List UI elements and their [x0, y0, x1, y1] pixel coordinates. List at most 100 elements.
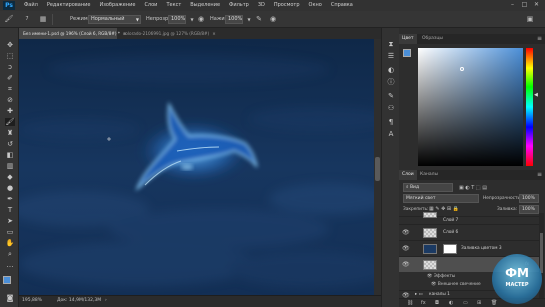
menu-edit[interactable]: Редактирование [47, 0, 91, 11]
panel-menu-icon[interactable]: ≡ [537, 171, 542, 178]
brush-panel-icon[interactable]: ▦ [38, 15, 48, 24]
eye-icon[interactable]: 👁 [431, 282, 438, 287]
more-tools-icon[interactable]: … [5, 261, 15, 269]
minimize-icon[interactable]: – [508, 1, 517, 9]
shape-tool-icon[interactable]: ▭ [5, 228, 15, 236]
group-name[interactable]: каналы 1 [429, 292, 450, 297]
history-brush-tool-icon[interactable]: ↺ [5, 140, 15, 148]
pressure-opacity-icon[interactable]: ◉ [196, 15, 206, 24]
gradient-tool-icon[interactable]: ▥ [5, 162, 15, 170]
brush-settings-icon[interactable]: ✎ [386, 92, 396, 100]
hue-slider-arrow[interactable]: ◀ [534, 92, 538, 98]
scroll-thumb[interactable] [375, 157, 380, 181]
eye-icon[interactable]: 👁 [427, 274, 434, 279]
filter-icons[interactable]: ▣ ◐ T ⬚ ▤ [459, 185, 487, 191]
clone-source-icon[interactable]: ⚇ [386, 104, 396, 112]
tab-swatches[interactable]: Образцы [419, 34, 446, 44]
workspace-icon[interactable]: ▣ [525, 15, 535, 24]
foreground-color-chip[interactable] [403, 49, 411, 57]
layer-row[interactable]: 👁 Слой 6 [399, 224, 539, 240]
maximize-icon[interactable]: □ [520, 1, 529, 9]
delete-layer-icon[interactable]: 🗑 [491, 300, 497, 306]
hue-slider[interactable] [526, 48, 533, 166]
tab-active-document[interactable]: Без имени-1.psd @ 196% (Слой 6, RGB/8#) … [19, 28, 126, 39]
dodge-tool-icon[interactable]: ● [5, 184, 15, 192]
brush-tool-preset-icon[interactable]: 🖌 [4, 15, 14, 24]
menu-select[interactable]: Выделение [190, 0, 220, 11]
properties-icon[interactable]: ☰ [386, 52, 396, 60]
character-icon[interactable]: A [386, 130, 396, 138]
tab-layers[interactable]: Слои [399, 170, 417, 180]
eyedropper-tool-icon[interactable]: ⊘ [5, 96, 15, 104]
marquee-tool-icon[interactable]: ⬚ [5, 52, 15, 60]
flow-input[interactable]: 100% [225, 15, 243, 24]
brush-tool-icon[interactable]: 🖌 [5, 118, 15, 126]
close-icon[interactable]: ✕ [532, 1, 541, 9]
paragraph-icon[interactable]: ¶ [386, 118, 396, 126]
layer-name[interactable]: Слой 6 [443, 230, 458, 235]
link-layers-icon[interactable]: ⛓ [407, 300, 413, 306]
lasso-tool-icon[interactable]: ↄ [5, 63, 15, 71]
tab-channels[interactable]: Каналы [417, 170, 441, 180]
hand-tool-icon[interactable]: ✋ [5, 239, 15, 247]
tab-color[interactable]: Цвет [399, 34, 417, 44]
opacity-input[interactable]: 100% [168, 15, 186, 24]
menu-text[interactable]: Текст [166, 0, 181, 11]
tab-document[interactable]: colorado-2106991.jpg @ 127% (RGB/8#) × [119, 28, 229, 39]
fx-add-icon[interactable]: fx [421, 300, 426, 306]
eye-icon[interactable]: 👁 [402, 261, 410, 268]
foreground-color-swatch[interactable] [3, 276, 11, 284]
document-canvas[interactable] [19, 39, 374, 295]
chevron-down-icon[interactable]: ▼ [244, 15, 254, 24]
menu-view[interactable]: Просмотр [274, 0, 300, 11]
new-layer-icon[interactable]: ⊞ [477, 300, 481, 306]
menu-filter[interactable]: Фильтр [229, 0, 249, 11]
menu-window[interactable]: Окно [309, 0, 322, 11]
separator [52, 14, 53, 25]
layer-opacity-input[interactable]: 100% [519, 194, 539, 203]
menu-layers[interactable]: Слои [144, 0, 157, 11]
airbrush-icon[interactable]: ✎ [254, 15, 264, 24]
crop-tool-icon[interactable]: ⌗ [5, 85, 15, 93]
adjustment-add-icon[interactable]: ◐ [449, 300, 453, 306]
move-tool-icon[interactable]: ✥ [5, 41, 15, 49]
layer-name[interactable]: Слой 7 [443, 218, 458, 223]
info-icon[interactable]: ⓘ [386, 78, 396, 86]
zoom-level[interactable]: 195,88% [22, 298, 42, 303]
type-tool-icon[interactable]: T [5, 206, 15, 214]
quick-mask-icon[interactable]: ◙ [5, 294, 15, 302]
quick-select-tool-icon[interactable]: ✐ [5, 74, 15, 82]
effect-item[interactable]: 👁 Внешнее свечение [431, 282, 481, 287]
layer-kind-filter[interactable]: ⌕ Вид [403, 183, 453, 192]
history-icon[interactable]: ⧗ [386, 40, 396, 48]
healing-brush-tool-icon[interactable]: ✚ [5, 107, 15, 115]
menu-file[interactable]: Файл [24, 0, 38, 11]
close-icon[interactable]: × [212, 31, 216, 36]
layer-name[interactable]: Заливка цветом 3 [461, 246, 502, 251]
clone-stamp-tool-icon[interactable]: ♜ [5, 129, 15, 137]
canvas-scrollbar[interactable] [374, 39, 381, 295]
panel-menu-icon[interactable]: ≡ [537, 35, 542, 42]
chevron-right-icon[interactable]: › [105, 298, 107, 303]
menu-help[interactable]: Справка [331, 0, 353, 11]
eye-icon[interactable]: 👁 [402, 245, 410, 252]
menu-3d[interactable]: 3D [258, 0, 265, 11]
fill-input[interactable]: 100% [519, 205, 539, 214]
color-picker-field[interactable] [418, 48, 523, 166]
pressure-size-icon[interactable]: ◉ [268, 15, 278, 24]
group-add-icon[interactable]: ▭ [463, 300, 468, 306]
mode-select[interactable]: Нормальный ▼ [88, 15, 141, 24]
zoom-tool-icon[interactable]: ⌕ [5, 250, 15, 258]
blend-mode-select[interactable]: Мягкий свет [403, 194, 479, 203]
pen-tool-icon[interactable]: ✒ [5, 195, 15, 203]
layer-row[interactable]: Слой 7 [399, 212, 539, 224]
adjustments-icon[interactable]: ◐ [386, 66, 396, 74]
mask-add-icon[interactable]: ◘ [435, 300, 439, 306]
eye-icon[interactable]: 👁 [402, 229, 410, 236]
path-select-tool-icon[interactable]: ➤ [5, 217, 15, 225]
eraser-tool-icon[interactable]: ◧ [5, 151, 15, 159]
menu-image[interactable]: Изображение [99, 0, 135, 11]
brush-size-value[interactable]: 7 [22, 15, 32, 24]
blur-tool-icon[interactable]: ◆ [5, 173, 15, 181]
color-picker-marker[interactable] [460, 67, 464, 71]
